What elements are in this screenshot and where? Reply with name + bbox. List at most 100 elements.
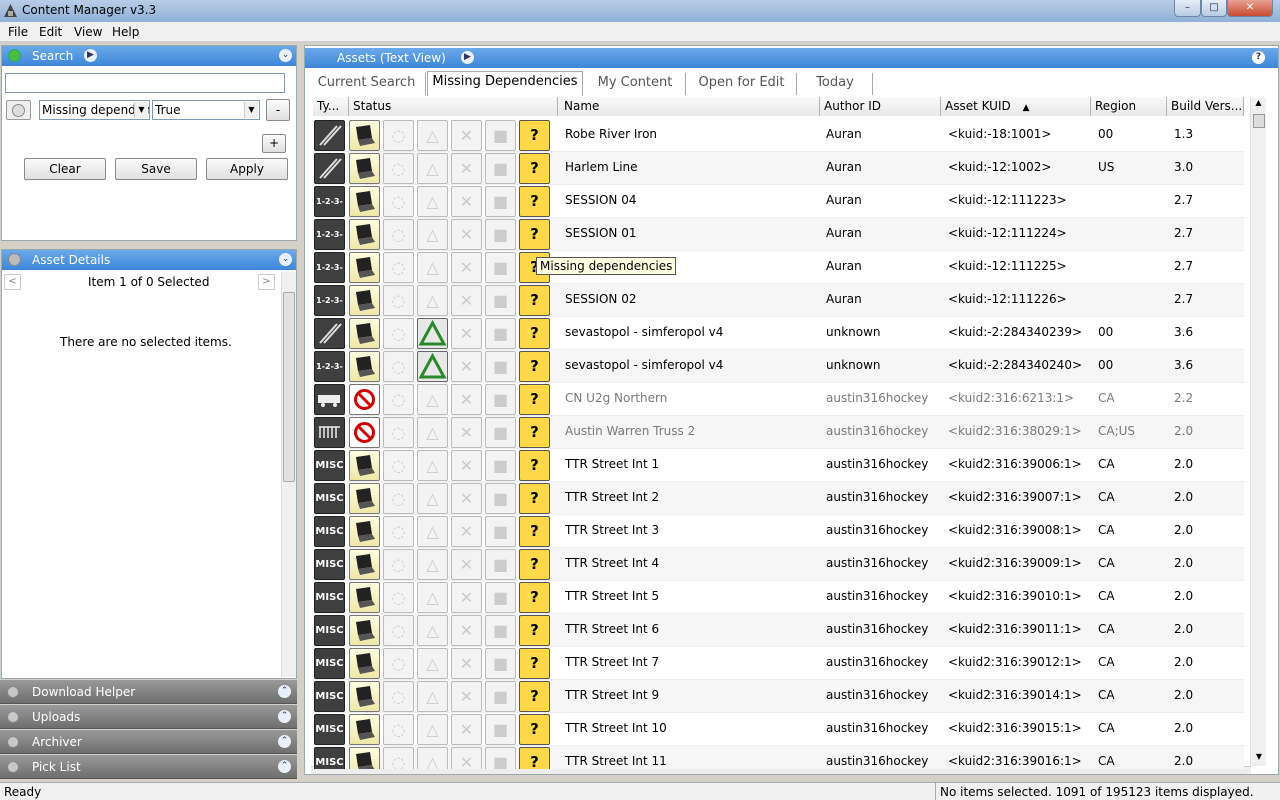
warning-triangle-icon: △ [417,450,448,481]
asset-build: 2.0 [1174,721,1194,735]
disk-icon: ◌ [383,120,414,151]
missing-dependency-icon[interactable]: ? [519,714,550,745]
tools-icon: ✕ [451,252,482,283]
asset-name: CN U2g Northern [565,391,668,405]
missing-dependency-icon[interactable]: ? [519,747,550,769]
disk-icon: ◌ [383,615,414,646]
missing-dependency-icon[interactable]: ? [519,120,550,151]
asset-author: austin316hockey [826,490,929,504]
table-row[interactable]: ◌ ✕ ■? sevastopol - simferopol v4 unknown <ku… [313,317,1244,350]
missing-dependency-icon[interactable]: ? [519,351,550,382]
type-label: MISC [315,724,344,735]
missing-dependency-icon[interactable]: ? [519,516,550,547]
table-row[interactable]: 1-2-3-4◌△✕■?Auran<kuid:-12:111225>2.7 [313,251,1244,301]
asset-region: CA [1098,655,1115,669]
asset-build: 2.0 [1174,622,1194,636]
missing-dependency-icon[interactable]: ? [519,285,550,316]
asset-author: Auran [826,292,862,306]
package-icon: ■ [485,714,516,745]
table-row[interactable]: 1-2-3-4 ◌△✕■? SESSION 04 Auran <kuid:-12:111… [313,185,1244,235]
disk-icon: ◌ [383,648,414,679]
tools-icon: ✕ [451,186,482,217]
tools-icon: ✕ [451,516,482,547]
warning-triangle-icon [417,318,448,349]
tools-icon: ✕ [451,747,482,769]
package-icon: ■ [485,681,516,712]
table-row[interactable]: ◌ △ ✕ ■? CN U2g Northern austin316hockey <kuid… [313,383,1244,416]
disk-icon: ◌ [383,582,414,613]
tools-icon: ✕ [451,384,482,415]
table-row[interactable]: ◌ △ ✕ ■? Robe River Iron Auran <kuid:-18:1001>… [313,119,1244,152]
package-icon: ■ [485,417,516,448]
missing-dependency-icon[interactable]: ? [519,483,550,514]
missing-dependency-icon[interactable]: ? [519,186,550,217]
warning-triangle-icon: △ [417,714,448,745]
table-row[interactable]: MISC ◌ △ ✕ ■? TTR Street Int 10 austin316hocke… [313,713,1244,746]
table-row[interactable]: MISC ◌ △ ✕ ■? TTR Street Int 3 austin316hockey… [313,515,1244,548]
asset-name: TTR Street Int 5 [565,589,660,603]
missing-dependency-icon[interactable]: ? [519,384,550,415]
train-icon [318,395,340,407]
missing-dependency-icon[interactable]: ? [519,549,550,580]
asset-build: 2.2 [1174,391,1194,405]
table-row[interactable]: MISC ◌ △ ✕ ■? TTR Street Int 11 austin316hocke… [313,746,1244,769]
table-row[interactable]: MISC ◌ △ ✕ ■? TTR Street Int 7 austin316hockey… [313,647,1244,680]
missing-dependency-icon[interactable]: ? [519,318,550,349]
asset-list: ◌ △ ✕ ■? Robe River Iron Auran <kuid:-18:1001>… [0,0,1280,769]
asset-name: TTR Street Int 7 [565,655,660,669]
disk-icon: ◌ [383,351,414,382]
table-row[interactable]: MISC ◌ △ ✕ ■? TTR Street Int 4 austin316hockey… [313,548,1244,581]
missing-dependency-icon[interactable]: ? [519,153,550,184]
missing-dependency-icon[interactable]: ? [519,219,550,250]
missing-dependency-icon[interactable]: ? [519,615,550,646]
missing-dependency-icon[interactable]: ? [519,681,550,712]
asset-region: 00 [1098,358,1114,372]
asset-author: austin316hockey [826,655,929,669]
warning-triangle-icon: △ [417,285,448,316]
installed-laptop-icon [349,615,380,646]
package-icon: ■ [485,351,516,382]
disk-icon: ◌ [383,450,414,481]
table-row[interactable]: MISC ◌ △ ✕ ■? TTR Street Int 6 austin316hockey… [313,614,1244,647]
missing-dependency-icon[interactable]: ? [519,417,550,448]
asset-name: sevastopol - simferopol v4 [565,325,724,339]
tools-icon: ✕ [451,285,482,316]
table-row[interactable]: 1-2-3-4 ◌ ✕■? sevastopol - simferopol v4 unk… [313,350,1244,400]
installed-laptop-icon [349,285,380,316]
table-row[interactable]: ◌ △ ✕ ■? Austin Warren Truss 2 austin316hocke… [313,416,1244,449]
asset-name: TTR Street Int 1 [565,457,660,471]
asset-kuid: <kuid2:316:39012:1> [948,655,1082,669]
package-icon: ■ [485,219,516,250]
asset-kuid: <kuid2:316:39016:1> [948,754,1082,768]
disk-icon: ◌ [383,714,414,745]
table-row[interactable]: MISC ◌ △ ✕ ■? TTR Street Int 5 austin316hockey… [313,581,1244,614]
missing-dependency-icon[interactable]: ? [519,648,550,679]
missing-dependency-icon[interactable]: ? [519,450,550,481]
asset-type-icon: MISC [314,747,345,769]
asset-region: CA [1098,688,1115,702]
table-row[interactable]: MISC ◌ △ ✕ ■? TTR Street Int 2 austin316hockey… [313,482,1244,515]
disk-icon: ◌ [383,516,414,547]
table-row[interactable]: 1-2-3-4 ◌△✕■? SESSION 02 Auran <kuid:-12:111… [313,284,1244,334]
asset-region: CA [1098,490,1115,504]
table-row[interactable]: MISC ◌ △ ✕ ■? TTR Street Int 9 austin316hockey… [313,680,1244,713]
type-label: MISC [315,658,344,669]
table-row[interactable]: 1-2-3-4 ◌△✕■? SESSION 01 Auran <kuid:-12:111… [313,218,1244,268]
asset-type-icon: 1-2-3-4 [314,351,345,400]
type-label: MISC [315,691,344,702]
asset-author: austin316hockey [826,688,929,702]
tools-icon: ✕ [451,483,482,514]
asset-build: 3.6 [1174,325,1194,339]
tools-icon: ✕ [451,318,482,349]
missing-dependency-icon[interactable]: ? [519,582,550,613]
table-row[interactable]: MISC ◌ △ ✕ ■? TTR Street Int 1 austin316hockey… [313,449,1244,482]
asset-region: CA [1098,754,1115,768]
asset-kuid: <kuid2:316:39010:1> [948,589,1082,603]
bridge-icon [319,426,340,438]
asset-build: 2.0 [1174,655,1194,669]
asset-type-icon: MISC [314,615,345,646]
installed-laptop-icon [349,714,380,745]
asset-region: CA [1098,622,1115,636]
table-row[interactable]: ◌ △ ✕ ■? Harlem Line Auran <kuid:-12:1002> US 3.… [313,152,1244,185]
installed-laptop-icon [349,681,380,712]
